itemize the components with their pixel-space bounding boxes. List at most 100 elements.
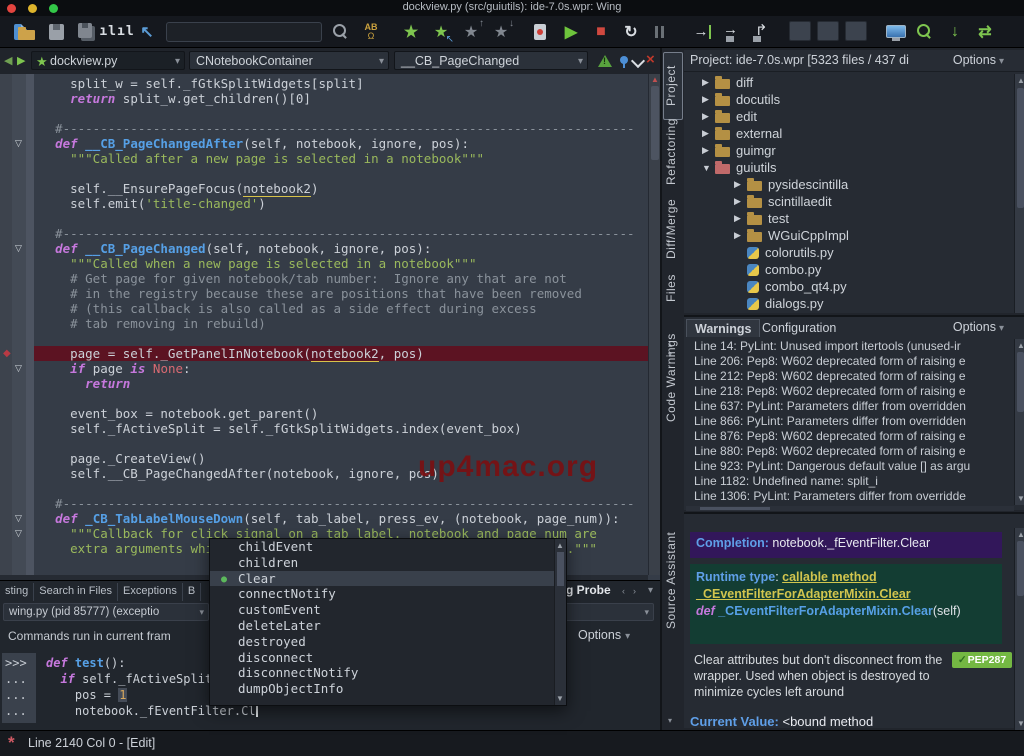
runtime-type-link[interactable]: callable method — [782, 570, 876, 584]
process-combo[interactable]: wing.py (pid 85777) (exceptio — [3, 603, 209, 621]
run-button[interactable]: ▶ — [559, 21, 583, 43]
tree-item[interactable]: ▶pysidescintilla — [684, 176, 1014, 193]
save-icon[interactable] — [45, 21, 69, 43]
search-code-icon[interactable] — [913, 21, 937, 43]
scrollbar-thumb[interactable] — [1017, 352, 1024, 412]
tree-item[interactable]: ▶WGuiCppImpl — [684, 227, 1014, 244]
nav-back-icon[interactable] — [4, 54, 12, 67]
stop-button[interactable]: ■ — [589, 21, 613, 43]
code-line[interactable]: self.emit('title-changed') — [34, 196, 648, 211]
breakpoint-gutter[interactable] — [0, 74, 12, 575]
sync-button[interactable]: ⇄ — [973, 21, 997, 43]
tree-item[interactable]: ▶guimgr — [684, 142, 1014, 159]
code-line[interactable] — [34, 331, 648, 346]
scrollbar-thumb[interactable] — [1017, 88, 1024, 208]
fold-icon[interactable]: ▽ — [15, 527, 22, 540]
collapsed-arrow-icon[interactable]: ▶ — [734, 196, 747, 207]
scroll-up-icon[interactable] — [556, 541, 564, 550]
code-line[interactable]: return split_w.get_children()[0] — [34, 91, 648, 106]
tab-source-assistant[interactable]: Source Assistant — [664, 520, 681, 640]
tab-configuration[interactable]: Configuration — [754, 319, 844, 337]
code-line[interactable]: # tab removing in rebuild) — [34, 316, 648, 331]
scroll-up-icon[interactable] — [1017, 76, 1024, 85]
completion-item[interactable]: ●Clear — [210, 571, 566, 587]
assistant-scrollbar[interactable] — [1014, 528, 1024, 730]
completion-item[interactable]: destroyed — [210, 634, 566, 650]
warnings-options-button[interactable]: Options — [953, 320, 1004, 334]
scroll-down-icon[interactable] — [1017, 719, 1024, 728]
collapsed-arrow-icon[interactable]: ▶ — [702, 128, 715, 139]
expanded-arrow-icon[interactable]: ▼ — [702, 163, 715, 173]
step-over-button[interactable] — [719, 21, 743, 43]
scrollbar-thumb[interactable] — [651, 86, 659, 160]
code-line[interactable]: # Get page for given notebook/tab number… — [34, 271, 648, 286]
scrollbar-thumb[interactable] — [700, 507, 770, 510]
collapsed-arrow-icon[interactable]: ▶ — [702, 111, 715, 122]
collapsed-arrow-icon[interactable]: ▶ — [734, 230, 747, 241]
save-all-icon[interactable] — [75, 21, 99, 43]
code-line[interactable]: ▽ def __CB_PageChangedAfter(self, notebo… — [34, 136, 648, 151]
chevron-down-icon[interactable] — [631, 54, 645, 68]
scroll-up-icon[interactable] — [1017, 341, 1024, 350]
indent-tools-icon[interactable] — [105, 21, 129, 43]
tree-item[interactable]: ▼guiutils — [684, 159, 1014, 176]
code-line[interactable]: split_w = self._fGtkSplitWidgets[split] — [34, 76, 648, 91]
completion-item[interactable]: customEvent — [210, 602, 566, 618]
warning-item[interactable]: Line 1306: PyLint: Parameters differ fro… — [686, 489, 1014, 504]
editor-vertical-scrollbar[interactable] — [648, 74, 660, 575]
code-line[interactable]: #---------------------------------------… — [34, 226, 648, 241]
tab-diff-merge[interactable]: Diff/Merge — [664, 194, 681, 264]
breakpoint-file-icon[interactable] — [529, 21, 553, 43]
warning-item[interactable]: Line 1182: Undefined name: split_i — [686, 474, 1014, 489]
tree-item[interactable]: ▶docutils — [684, 91, 1014, 108]
member-combo[interactable]: __CB_PageChanged — [394, 51, 588, 70]
options-button[interactable]: Options — [578, 628, 630, 642]
shell-line[interactable]: ... if self._fActiveSplit — [2, 671, 212, 687]
scrollbar-thumb[interactable] — [557, 552, 564, 586]
runtime-type-link2[interactable]: _CEventFilterForAdapterMixin.Clear — [696, 587, 911, 601]
tab-project[interactable]: Project — [663, 52, 683, 120]
scroll-down-icon[interactable] — [1017, 494, 1024, 503]
code-editor[interactable]: split_w = self._fGtkSplitWidgets[split] … — [0, 74, 660, 580]
bookmark-prev-icon[interactable] — [459, 21, 483, 43]
collapsed-arrow-icon[interactable]: ▶ — [702, 145, 715, 156]
collapsed-arrow-icon[interactable]: ▶ — [734, 213, 747, 224]
warnings-indicator-icon[interactable] — [598, 55, 612, 67]
code-line[interactable]: self._fActiveSplit = self._fGtkSplitWidg… — [34, 421, 648, 436]
search-icon[interactable] — [329, 21, 353, 43]
completion-item[interactable]: childEvent — [210, 539, 566, 555]
class-combo[interactable]: CNotebookContainer — [189, 51, 389, 70]
debug-marker-button[interactable] — [817, 21, 839, 41]
warnings-horizontal-scrollbar[interactable] — [686, 506, 1014, 511]
bookmark-select-icon[interactable] — [429, 21, 453, 43]
tree-item[interactable]: dialogs.py — [684, 295, 1014, 312]
tree-item[interactable]: ▶diff — [684, 74, 1014, 91]
scroll-up-icon[interactable] — [1017, 530, 1024, 539]
code-line[interactable] — [34, 211, 648, 226]
warning-item[interactable]: Line 880: Pep8: W602 deprecated form of … — [686, 444, 1014, 459]
warning-item[interactable]: Line 876: Pep8: W602 deprecated form of … — [686, 429, 1014, 444]
code-line[interactable]: ◆ page = self._GetPanelInNotebook(notebo… — [34, 346, 648, 361]
code-line[interactable]: #---------------------------------------… — [34, 496, 648, 511]
completion-item[interactable]: dumpObjectInfo — [210, 681, 566, 697]
warning-item[interactable]: Line 218: Pep8: W602 deprecated form of … — [686, 384, 1014, 399]
code-line[interactable]: self.__EnsurePageFocus(notebook2) — [34, 181, 648, 196]
bookmark-next-icon[interactable] — [489, 21, 513, 43]
file-tab[interactable]: ★ dockview.py — [31, 51, 185, 70]
tab-files[interactable]: Files — [664, 268, 681, 308]
pause-button[interactable] — [649, 21, 673, 43]
code-line[interactable]: return — [34, 376, 648, 391]
completion-item[interactable]: children — [210, 555, 566, 571]
shell-line[interactable]: >>>def test(): — [2, 655, 126, 671]
tree-item[interactable]: ▶edit — [684, 108, 1014, 125]
tree-item[interactable]: ▶external — [684, 125, 1014, 142]
tree-item[interactable]: combo_qt4.py — [684, 278, 1014, 295]
completion-item[interactable]: deleteLater — [210, 618, 566, 634]
popup-scrollbar[interactable] — [554, 539, 566, 705]
warning-item[interactable]: Line 212: Pep8: W602 deprecated form of … — [686, 369, 1014, 384]
tree-item[interactable]: combo.py — [684, 261, 1014, 278]
fold-icon[interactable]: ▽ — [15, 242, 22, 255]
warning-item[interactable]: Line 14: PyLint: Unused import itertools… — [686, 339, 1014, 354]
tab-sting[interactable]: sting — [0, 583, 34, 601]
completion-item[interactable]: connectNotify — [210, 586, 566, 602]
